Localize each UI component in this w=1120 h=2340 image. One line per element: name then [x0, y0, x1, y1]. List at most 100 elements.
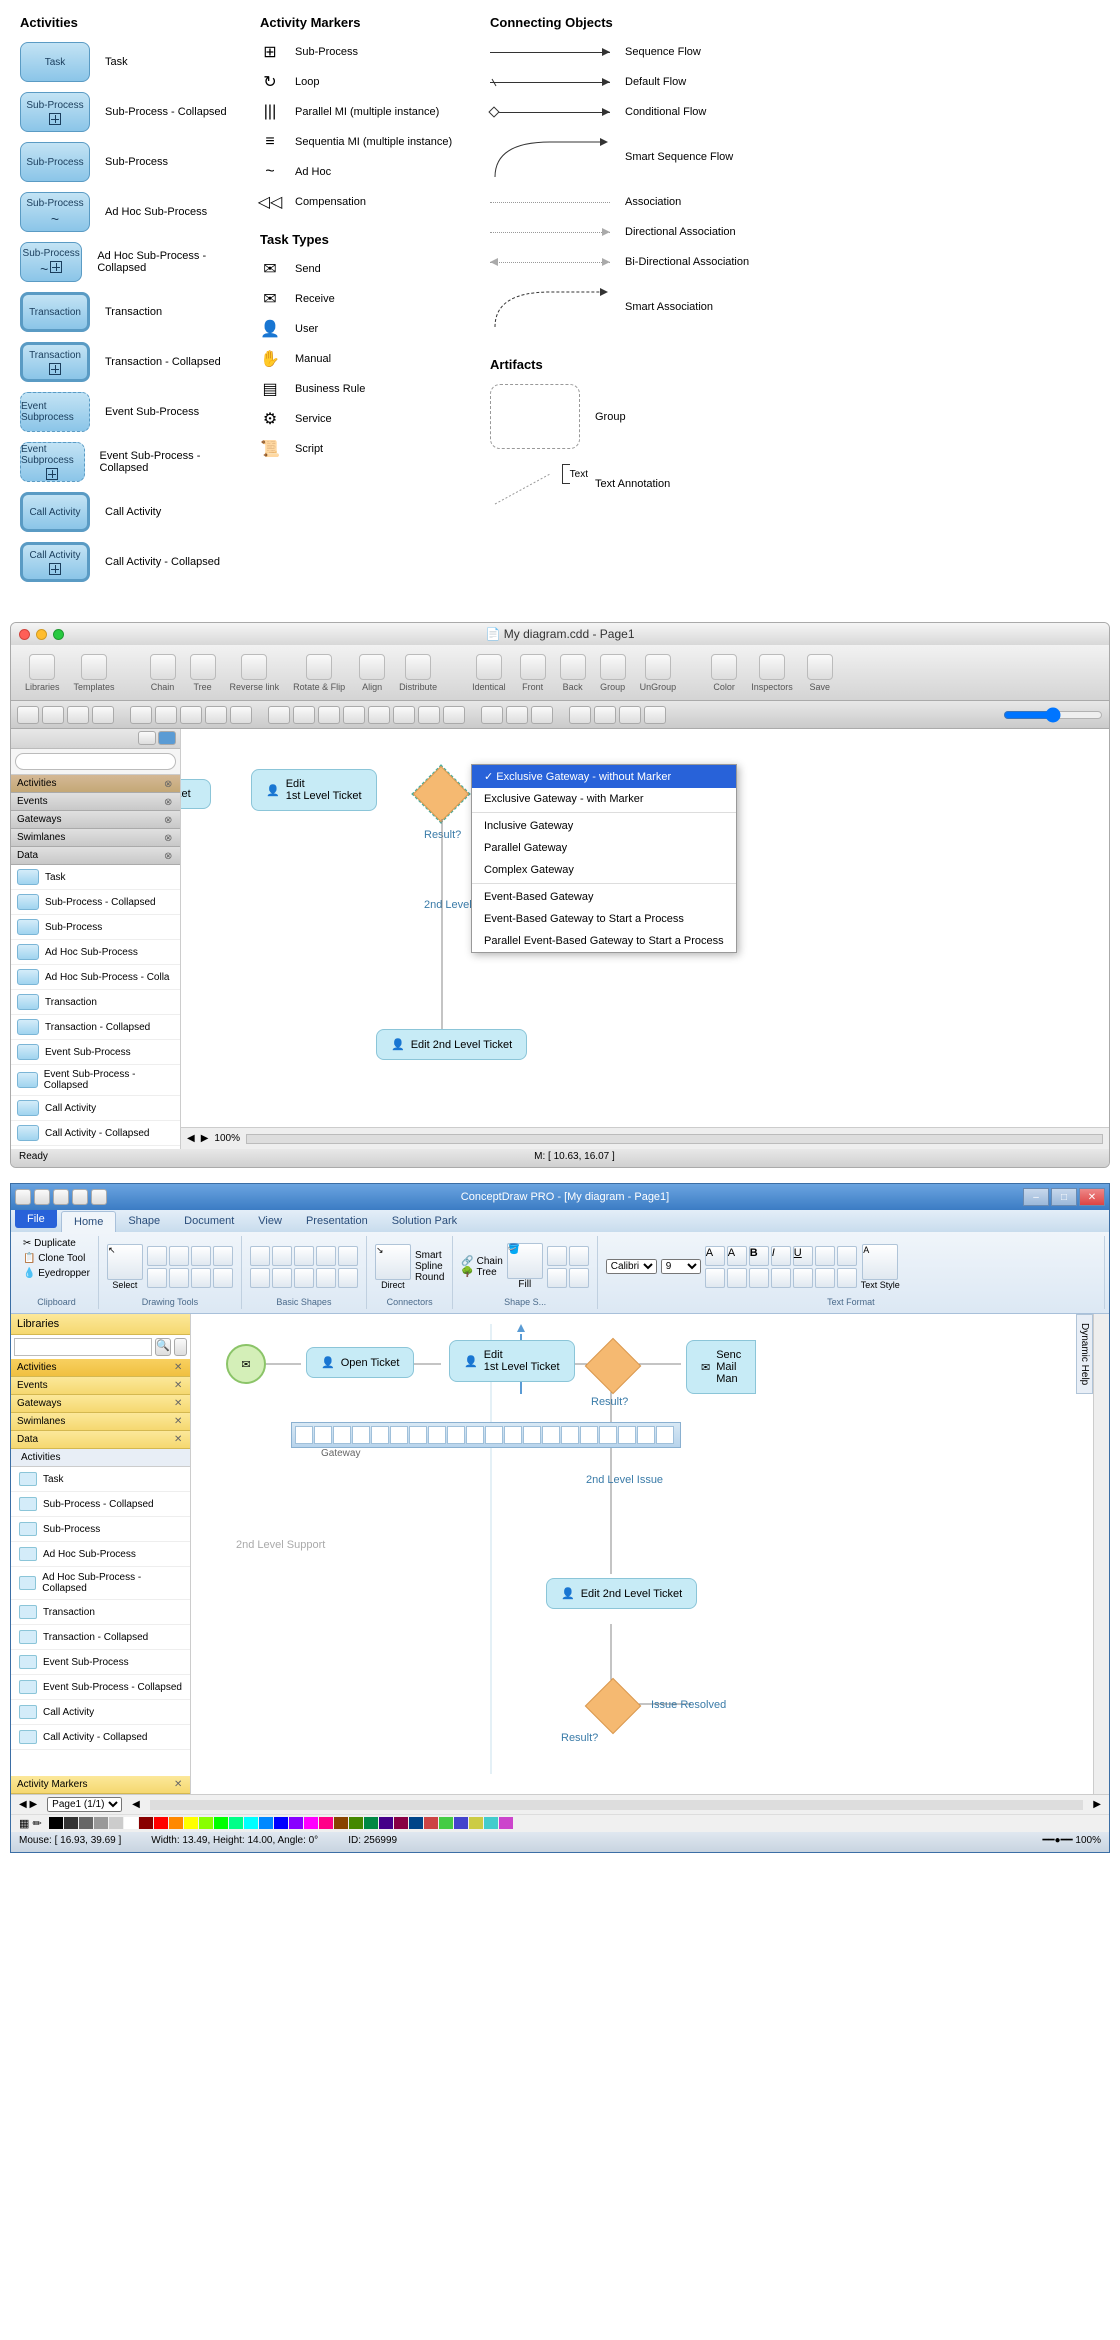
color-swatch[interactable]: [124, 1817, 138, 1829]
sidebar-item[interactable]: Transaction: [11, 990, 180, 1015]
lib-item[interactable]: Transaction - Collapsed: [11, 1625, 190, 1650]
lib-item[interactable]: Event Sub-Process: [11, 1650, 190, 1675]
color-swatch[interactable]: [349, 1817, 363, 1829]
toolbar-align[interactable]: Align: [355, 652, 389, 694]
shape-gallery-item[interactable]: [409, 1426, 427, 1444]
color-swatch[interactable]: [304, 1817, 318, 1829]
color-swatch[interactable]: [334, 1817, 348, 1829]
menu-item[interactable]: Parallel Gateway: [472, 837, 736, 859]
lib-category-data[interactable]: Data✕: [11, 1431, 190, 1449]
toolbar-rotate---flip[interactable]: Rotate & Flip: [289, 652, 349, 694]
sidebar-item[interactable]: Call Activity: [11, 1096, 180, 1121]
shape-gallery-item[interactable]: [637, 1426, 655, 1444]
node-send-mail[interactable]: ✉ Senc Mail Man: [686, 1340, 756, 1394]
lib-item[interactable]: Event Sub-Process - Collapsed: [11, 1675, 190, 1700]
color-swatch[interactable]: [79, 1817, 93, 1829]
menu-item[interactable]: ✓ Exclusive Gateway - without Marker: [472, 765, 736, 788]
menu-item[interactable]: Exclusive Gateway - with Marker: [472, 788, 736, 810]
color-swatch[interactable]: [214, 1817, 228, 1829]
color-swatch[interactable]: [49, 1817, 63, 1829]
menu-item[interactable]: Complex Gateway: [472, 859, 736, 881]
color-swatch[interactable]: [139, 1817, 153, 1829]
toolbar-color[interactable]: Color: [707, 652, 741, 694]
search-button[interactable]: 🔍: [155, 1338, 171, 1356]
toolbar-ungroup[interactable]: UnGroup: [636, 652, 681, 694]
sidebar-category-events[interactable]: Events⊗: [11, 793, 180, 811]
select-button[interactable]: ↖: [107, 1244, 143, 1280]
toolbar-front[interactable]: Front: [516, 652, 550, 694]
toolbar-reverse-link[interactable]: Reverse link: [226, 652, 284, 694]
node-edit-1st-level[interactable]: 👤 Edit 1st Level Ticket: [449, 1340, 575, 1382]
color-swatch[interactable]: [259, 1817, 273, 1829]
color-swatch[interactable]: [229, 1817, 243, 1829]
toolbar-inspectors[interactable]: Inspectors: [747, 652, 797, 694]
color-swatch[interactable]: [154, 1817, 168, 1829]
minimize-button[interactable]: [36, 629, 47, 640]
shape-gallery-item[interactable]: [466, 1426, 484, 1444]
win-canvas[interactable]: ✉ 👤 Open Ticket 👤 Edit 1st Level Ticket …: [191, 1314, 1109, 1794]
shape-gallery-item[interactable]: [295, 1426, 313, 1444]
shape-gallery-item[interactable]: [333, 1426, 351, 1444]
toolbar-tree[interactable]: Tree: [186, 652, 220, 694]
color-swatch[interactable]: [469, 1817, 483, 1829]
lib-item[interactable]: Call Activity - Collapsed: [11, 1725, 190, 1750]
sidebar-search-input[interactable]: [15, 753, 176, 770]
color-swatch[interactable]: [499, 1817, 513, 1829]
lib-item[interactable]: Ad Hoc Sub-Process: [11, 1542, 190, 1567]
sidebar-category-data[interactable]: Data⊗: [11, 847, 180, 865]
lib-category-events[interactable]: Events✕: [11, 1377, 190, 1395]
menu-item[interactable]: Parallel Event-Based Gateway to Start a …: [472, 930, 736, 952]
ribbon-tab-home[interactable]: Home: [61, 1211, 116, 1232]
maximize-button[interactable]: □: [1051, 1188, 1077, 1206]
lib-category-activities[interactable]: Activities✕: [11, 1359, 190, 1377]
zoom-button[interactable]: [53, 629, 64, 640]
shape-gallery-item[interactable]: [561, 1426, 579, 1444]
shape-gallery-item[interactable]: [428, 1426, 446, 1444]
lib-item[interactable]: Transaction: [11, 1600, 190, 1625]
sidebar-category-activities[interactable]: Activities⊗: [11, 775, 180, 793]
close-button[interactable]: [19, 629, 30, 640]
color-swatch[interactable]: [274, 1817, 288, 1829]
sidebar-item[interactable]: Event Sub-Process: [11, 1040, 180, 1065]
font-select[interactable]: Calibri: [606, 1259, 657, 1274]
color-swatch[interactable]: [454, 1817, 468, 1829]
lib-search-input[interactable]: [14, 1338, 152, 1356]
ribbon-tab-view[interactable]: View: [246, 1211, 294, 1232]
shape-gallery-item[interactable]: [523, 1426, 541, 1444]
ribbon-tab-presentation[interactable]: Presentation: [294, 1211, 380, 1232]
color-swatch[interactable]: [94, 1817, 108, 1829]
menu-item[interactable]: Event-Based Gateway to Start a Process: [472, 908, 736, 930]
color-swatch[interactable]: [379, 1817, 393, 1829]
color-swatch[interactable]: [184, 1817, 198, 1829]
sidebar-item[interactable]: Sub-Process: [11, 915, 180, 940]
shape-gallery-item[interactable]: [314, 1426, 332, 1444]
lib-category-gateways[interactable]: Gateways✕: [11, 1395, 190, 1413]
page-select[interactable]: Page1 (1/1): [47, 1797, 122, 1812]
ribbon-tab-solution-park[interactable]: Solution Park: [380, 1211, 469, 1232]
color-swatch[interactable]: [439, 1817, 453, 1829]
color-swatch[interactable]: [169, 1817, 183, 1829]
sidebar-item[interactable]: Ad Hoc Sub-Process - Colla: [11, 965, 180, 990]
menu-item[interactable]: Event-Based Gateway: [472, 886, 736, 908]
toolbar-libraries[interactable]: Libraries: [21, 652, 64, 694]
toolbar-identical[interactable]: Identical: [468, 652, 510, 694]
lib-item[interactable]: Call Activity: [11, 1700, 190, 1725]
vertical-scrollbar[interactable]: [1093, 1314, 1109, 1794]
lib-category-swimlanes[interactable]: Swimlanes✕: [11, 1413, 190, 1431]
lib-category-bottom[interactable]: Activity Markers✕: [11, 1776, 190, 1794]
lib-item[interactable]: Ad Hoc Sub-Process - Collapsed: [11, 1567, 190, 1600]
shape-gallery-bar[interactable]: [291, 1422, 681, 1448]
shape-gallery-item[interactable]: [371, 1426, 389, 1444]
node-open-ticket[interactable]: 👤 Open Ticket: [306, 1347, 414, 1378]
lib-item[interactable]: Sub-Process - Collapsed: [11, 1492, 190, 1517]
color-swatch[interactable]: [319, 1817, 333, 1829]
sidebar-category-swimlanes[interactable]: Swimlanes⊗: [11, 829, 180, 847]
toolbar-group[interactable]: Group: [596, 652, 630, 694]
color-swatch[interactable]: [364, 1817, 378, 1829]
fill-button[interactable]: 🪣: [507, 1243, 543, 1279]
color-swatch[interactable]: [199, 1817, 213, 1829]
sidebar-item[interactable]: Sub-Process - Collapsed: [11, 890, 180, 915]
sidebar-category-gateways[interactable]: Gateways⊗: [11, 811, 180, 829]
tool-button[interactable]: [17, 706, 39, 724]
ribbon-tab-document[interactable]: Document: [172, 1211, 246, 1232]
